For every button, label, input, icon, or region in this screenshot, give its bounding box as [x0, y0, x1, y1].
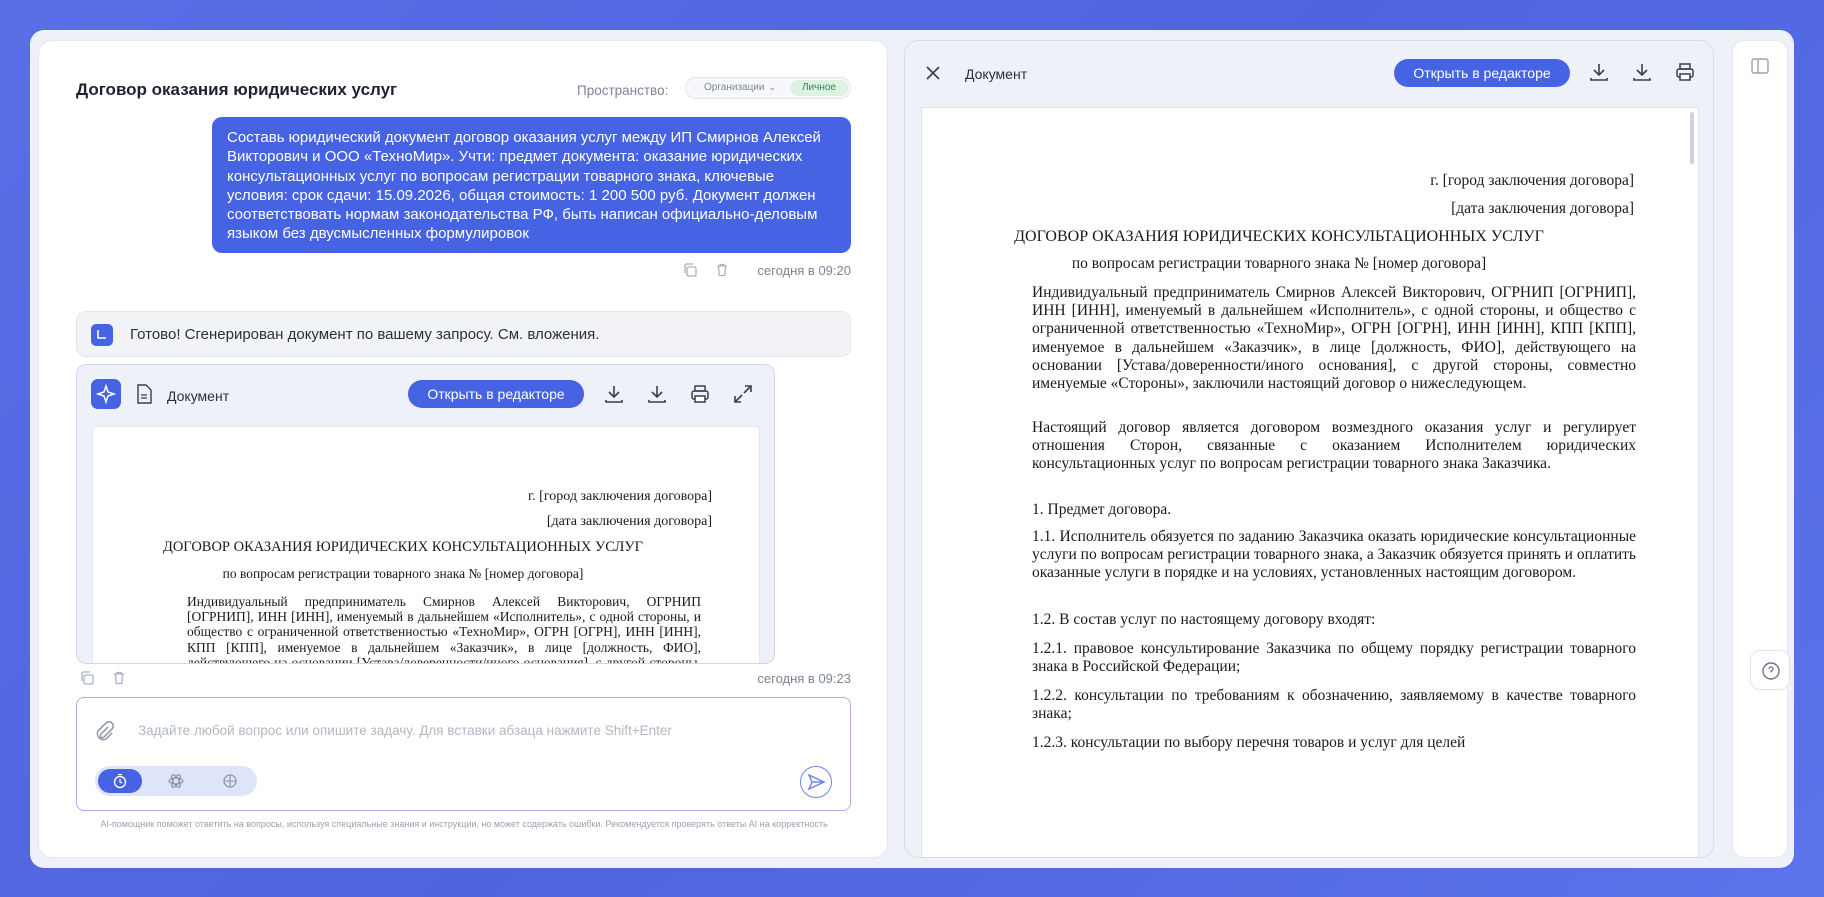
user-message: Составь юридический документ договор ока…	[212, 117, 851, 253]
download-alt-icon[interactable]	[1631, 61, 1653, 83]
space-option-organizations[interactable]: Организации ⌄	[704, 82, 776, 93]
doc-date: [дата заключения договора]	[1451, 200, 1634, 217]
copy-icon[interactable]	[682, 262, 698, 278]
document-panel: Документ Открыть в редакторе г. [город з…	[904, 40, 1714, 858]
globe-icon	[223, 774, 237, 788]
card-document-label: Документ	[167, 388, 230, 404]
ai-disclaimer: AI-помощник поможет ответить на вопросы,…	[100, 819, 828, 829]
document-page: г. [город заключения договора] [дата зак…	[921, 107, 1699, 857]
sidebar-toggle-icon[interactable]	[1749, 55, 1771, 77]
bot-message-actions	[79, 669, 139, 687]
space-toggle[interactable]: Организации ⌄ Личное	[685, 77, 851, 99]
download-icon[interactable]	[603, 383, 625, 405]
doc-subheading: по вопросам регистрации товарного знака …	[222, 566, 584, 581]
chat-panel: Договор оказания юридических услуг Прост…	[38, 40, 888, 858]
user-message-time: сегодня в 09:20	[757, 263, 851, 278]
space-label: Пространство:	[577, 83, 669, 98]
trash-icon[interactable]	[714, 262, 730, 278]
doc-section-1: 1. Предмет договора.	[1032, 501, 1172, 518]
doc-subheading: по вопросам регистрации товарного знака …	[1071, 255, 1487, 272]
timer-icon	[113, 773, 127, 789]
app-window: Договор оказания юридических услуг Прост…	[30, 30, 1794, 868]
doc-paragraph-preamble: Настоящий договор является договором воз…	[1032, 419, 1636, 473]
doc-clause-1-2-2: 1.2.2. консультации по требованиям к обо…	[1032, 687, 1636, 723]
expand-icon[interactable]	[732, 383, 754, 405]
bot-message-text: Готово! Сгенерирован документ по вашему …	[130, 326, 600, 343]
help-chat-button[interactable]	[1750, 650, 1790, 690]
trash-icon[interactable]	[111, 670, 127, 686]
doc-paragraph-parties: Индивидуальный предприниматель Смирнов А…	[1032, 284, 1636, 393]
print-icon[interactable]	[689, 383, 711, 405]
print-icon[interactable]	[1674, 61, 1696, 83]
chat-title: Договор оказания юридических услуг	[76, 80, 398, 99]
doc-clause-1-2-1: 1.2.1. правовое консультирование Заказчи…	[1032, 640, 1636, 676]
download-alt-icon[interactable]	[646, 383, 668, 405]
paperclip-icon[interactable]	[93, 720, 115, 742]
panel-open-editor-button[interactable]: Открыть в редакторе	[1394, 59, 1570, 87]
chevron-down-icon: ⌄	[768, 82, 777, 92]
chat-help-icon	[1762, 662, 1780, 680]
document-scrollbar[interactable]	[1690, 112, 1694, 164]
atom-icon	[168, 774, 184, 788]
send-icon	[807, 773, 826, 791]
doc-city: г. [город заключения договора]	[1430, 172, 1634, 189]
download-icon[interactable]	[1588, 61, 1610, 83]
doc-paragraph-parties: Индивидуальный предприниматель Смирнов А…	[187, 594, 701, 664]
bot-message: Готово! Сгенерирован документ по вашему …	[76, 311, 851, 357]
doc-heading: ДОГОВОР ОКАЗАНИЯ ЮРИДИЧЕСКИХ КОНСУЛЬТАЦИ…	[162, 539, 644, 555]
right-rail	[1732, 40, 1788, 858]
message-input-box[interactable]: Задайте любой вопрос или опишите задачу.…	[76, 697, 851, 811]
document-file-icon	[137, 384, 152, 404]
doc-clause-1-2: 1.2. В состав услуг по настоящему догово…	[1032, 611, 1376, 628]
bot-message-time: сегодня в 09:23	[757, 671, 851, 686]
mode-switcher	[95, 766, 257, 796]
doc-clause-1-2-3: 1.2.3. консультации по выбору перечня то…	[1032, 734, 1466, 751]
bot-avatar-icon	[91, 324, 113, 346]
document-attachment-card: Документ Открыть в редакторе г. [город з…	[76, 364, 775, 664]
doc-city: г. [город заключения договора]	[528, 489, 712, 504]
space-option-personal[interactable]: Личное	[790, 80, 848, 96]
close-icon[interactable]	[921, 61, 945, 85]
mode-atom-button[interactable]	[154, 769, 198, 793]
doc-clause-1-1: 1.1. Исполнитель обязуется по заданию За…	[1032, 528, 1636, 582]
mode-globe-button[interactable]	[208, 769, 252, 793]
card-open-editor-button[interactable]: Открыть в редакторе	[408, 380, 584, 408]
document-preview: г. [город заключения договора] [дата зак…	[92, 426, 760, 664]
copy-icon[interactable]	[79, 670, 95, 686]
ai-sparkle-icon	[91, 379, 121, 409]
doc-heading: ДОГОВОР ОКАЗАНИЯ ЮРИДИЧЕСКИХ КОНСУЛЬТАЦИ…	[1014, 228, 1544, 245]
mode-timer-button[interactable]	[98, 769, 142, 793]
send-button[interactable]	[800, 766, 832, 798]
message-input-placeholder[interactable]: Задайте любой вопрос или опишите задачу.…	[138, 723, 672, 738]
panel-title: Документ	[965, 66, 1028, 82]
doc-date: [дата заключения договора]	[546, 514, 712, 529]
user-message-actions	[682, 261, 742, 279]
